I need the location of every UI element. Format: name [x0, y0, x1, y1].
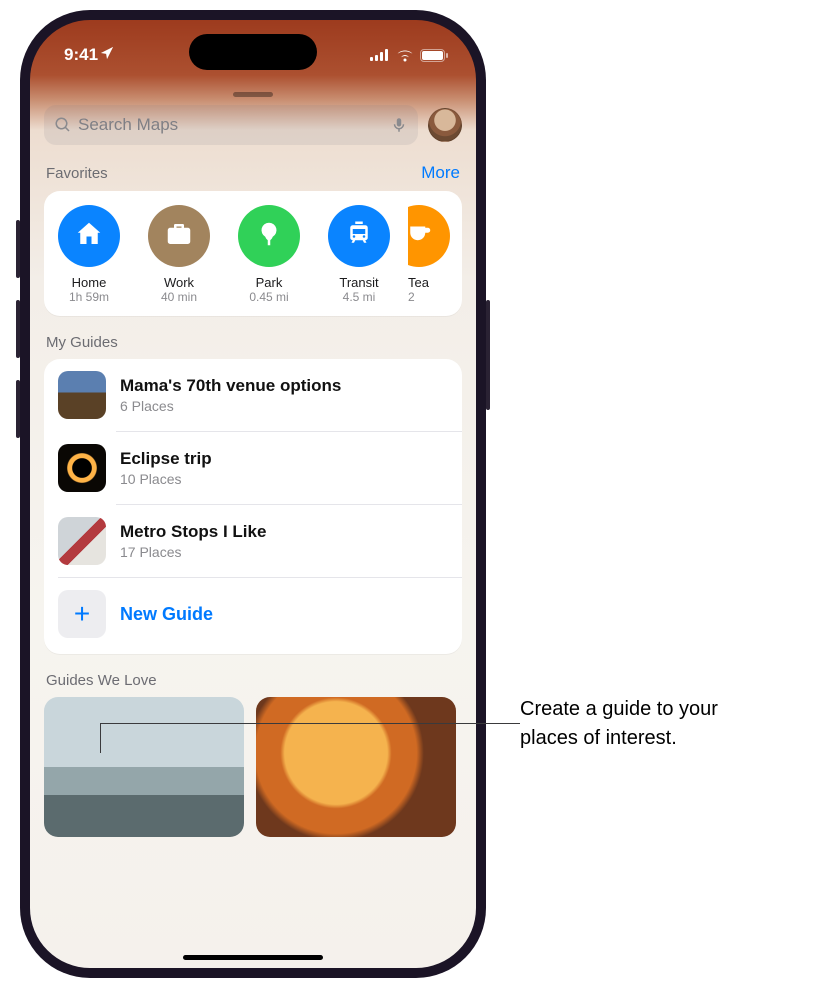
- profile-avatar[interactable]: [428, 108, 462, 142]
- guide-card[interactable]: [256, 697, 456, 837]
- search-icon: [54, 116, 72, 134]
- callout-leader-line: [100, 723, 520, 724]
- guide-subtitle: 10 Places: [120, 471, 212, 487]
- guide-thumbnail: [58, 444, 106, 492]
- guide-row[interactable]: Metro Stops I Like 17 Places: [44, 505, 462, 577]
- callout-text: Create a guide to your places of interes…: [520, 695, 800, 753]
- home-indicator[interactable]: [183, 955, 323, 960]
- screen: 9:41: [30, 20, 476, 968]
- favorite-sublabel: 40 min: [161, 290, 197, 304]
- guide-card[interactable]: [44, 697, 244, 837]
- favorites-more-link[interactable]: More: [421, 163, 460, 183]
- search-placeholder: Search Maps: [78, 115, 384, 135]
- favorites-card: Home 1h 59m Work 40 min: [44, 191, 462, 316]
- my-guides-card: Mama's 70th venue options 6 Places Eclip…: [44, 359, 462, 654]
- status-time: 9:41: [64, 45, 98, 65]
- search-bar[interactable]: Search Maps: [44, 105, 418, 145]
- new-guide-label: New Guide: [120, 604, 213, 625]
- briefcase-icon: [164, 219, 194, 254]
- favorites-title: Favorites: [46, 165, 108, 182]
- cup-icon: [408, 219, 434, 254]
- my-guides-title: My Guides: [46, 334, 118, 351]
- favorite-park[interactable]: Park 0.45 mi: [228, 205, 310, 304]
- phone-frame: 9:41: [20, 10, 486, 978]
- microphone-icon[interactable]: [390, 116, 408, 134]
- guide-row[interactable]: Eclipse trip 10 Places: [44, 432, 462, 504]
- favorite-sublabel: 4.5 mi: [343, 290, 376, 304]
- favorite-sublabel: 2: [408, 290, 415, 304]
- favorite-more-item[interactable]: Tea 2: [408, 205, 458, 304]
- home-icon: [74, 219, 104, 254]
- new-guide-button[interactable]: + New Guide: [44, 578, 462, 654]
- wifi-icon: [396, 49, 414, 62]
- guide-subtitle: 6 Places: [120, 398, 341, 414]
- favorite-label: Work: [164, 275, 194, 290]
- dynamic-island: [189, 34, 317, 70]
- guides-we-love-title: Guides We Love: [46, 672, 157, 689]
- favorite-sublabel: 1h 59m: [69, 290, 109, 304]
- guide-subtitle: 17 Places: [120, 544, 266, 560]
- guides-we-love-row[interactable]: [44, 697, 462, 837]
- favorite-work[interactable]: Work 40 min: [138, 205, 220, 304]
- battery-icon: [420, 49, 448, 62]
- guide-thumbnail: [58, 517, 106, 565]
- location-services-icon: [100, 45, 114, 65]
- cellular-signal-icon: [370, 49, 390, 61]
- favorite-home[interactable]: Home 1h 59m: [48, 205, 130, 304]
- guide-thumbnail: [58, 371, 106, 419]
- plus-icon: +: [58, 590, 106, 638]
- guide-title: Mama's 70th venue options: [120, 376, 341, 396]
- guide-title: Metro Stops I Like: [120, 522, 266, 542]
- favorite-sublabel: 0.45 mi: [249, 290, 288, 304]
- favorite-label: Home: [72, 275, 107, 290]
- favorite-transit[interactable]: Transit 4.5 mi: [318, 205, 400, 304]
- tree-icon: [254, 219, 284, 254]
- tram-icon: [344, 219, 374, 254]
- favorite-label: Transit: [339, 275, 378, 290]
- favorite-label: Tea: [408, 275, 429, 290]
- guide-row[interactable]: Mama's 70th venue options 6 Places: [44, 359, 462, 431]
- favorite-label: Park: [256, 275, 283, 290]
- guide-title: Eclipse trip: [120, 449, 212, 469]
- sheet-grabber[interactable]: [233, 92, 273, 97]
